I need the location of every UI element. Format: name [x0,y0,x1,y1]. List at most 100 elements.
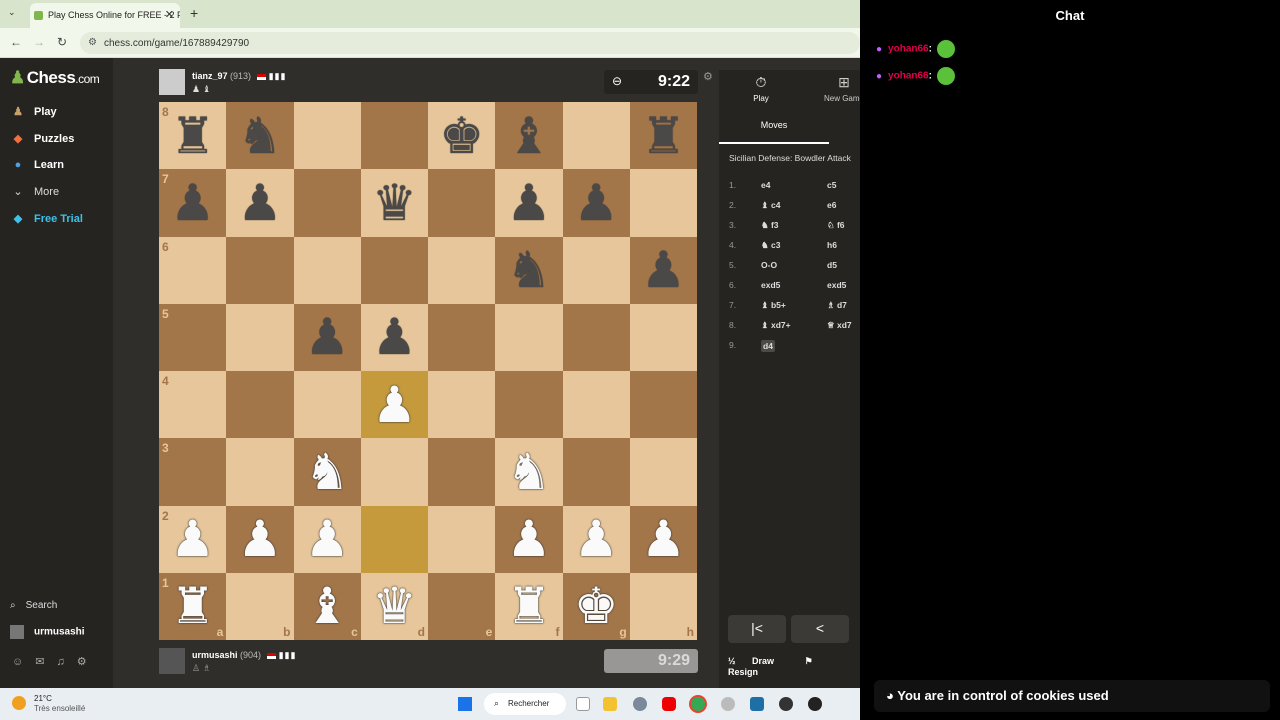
square-b7[interactable]: ♟ [226,169,294,237]
forward-icon[interactable]: → [33,35,45,49]
black-pawn-icon[interactable]: ♟ [170,178,215,228]
white-pawn-icon[interactable]: ♟ [305,514,350,564]
square-g8[interactable] [562,102,630,170]
black-rook-icon[interactable]: ♜ [170,111,215,161]
square-c6[interactable] [293,236,361,304]
black-bishop-icon[interactable]: ♝ [506,111,551,161]
square-a8[interactable]: 8 ♜ [159,102,227,170]
weather-widget[interactable]: 21°C Très ensoleillé [12,694,85,714]
player-name[interactable]: urmusashi [192,650,238,660]
black-pawn-icon[interactable]: ♟ [372,312,417,362]
square-e4[interactable] [428,371,496,439]
square-f3[interactable]: ♞ [495,438,563,506]
square-b4[interactable] [226,371,294,439]
square-f1[interactable]: f ♜ [495,572,563,640]
square-f6[interactable]: ♞ [495,236,563,304]
square-h1[interactable]: h [629,572,697,640]
black-move[interactable]: ♘ f6 [827,220,845,231]
square-a2[interactable]: 2 ♟ [159,505,227,573]
white-king-icon[interactable]: ♚ [574,581,619,631]
black-move[interactable]: c5 [827,180,836,190]
square-h7[interactable] [629,169,697,237]
site-info-icon[interactable]: ⚙ [88,37,97,48]
square-b8[interactable]: ♞ [226,102,294,170]
draw-button[interactable]: ½ Draw [728,656,788,666]
square-b6[interactable] [226,236,294,304]
black-move[interactable]: d5 [827,260,837,270]
square-b2[interactable]: ♟ [226,505,294,573]
board-settings-icon[interactable]: ⚙ [703,70,713,83]
square-f4[interactable] [495,371,563,439]
previous-move-button[interactable]: < [791,615,849,643]
square-h5[interactable] [629,303,697,371]
media-app-icon[interactable] [779,697,793,711]
square-h8[interactable]: ♜ [629,102,697,170]
white-rook-icon[interactable]: ♜ [506,581,551,631]
sidebar-item-play[interactable]: ♟ Play [10,105,57,118]
square-d6[interactable] [360,236,428,304]
black-move[interactable]: exd5 [827,280,846,290]
white-move[interactable]: ♞ f3 [761,220,779,231]
square-c1[interactable]: c ♝ [293,572,361,640]
chrome-icon[interactable] [691,697,705,711]
square-a4[interactable]: 4 [159,371,227,439]
tab-play[interactable]: ⏱ Play [741,74,781,103]
white-move[interactable]: e4 [761,180,770,190]
chess-logo[interactable]: ♟ Chess.com [10,68,100,88]
white-move[interactable]: ♝ c4 [761,200,780,211]
black-move[interactable]: h6 [827,240,837,250]
black-pawn-icon[interactable]: ♟ [305,312,350,362]
square-e5[interactable] [428,303,496,371]
square-g1[interactable]: g ♚ [562,572,630,640]
sidebar-item-free-trial[interactable]: ◆ Free Trial [10,212,83,225]
square-f8[interactable]: ♝ [495,102,563,170]
browser-tab[interactable]: Play Chess Online for FREE - 2 P ✕ [30,3,180,28]
square-c4[interactable] [293,371,361,439]
sidebar-item-learn[interactable]: ● Learn [10,159,64,171]
white-move[interactable]: ♝ b5+ [761,300,786,311]
file-icon[interactable] [576,697,590,711]
square-d4[interactable]: ♟ [360,371,428,439]
square-d7[interactable]: ♛ [360,169,428,237]
back-icon[interactable]: ← [10,35,22,49]
square-g7[interactable]: ♟ [562,169,630,237]
square-f7[interactable]: ♟ [495,169,563,237]
sidebar-item-more[interactable]: ⌄ More [10,185,59,198]
square-f5[interactable] [495,303,563,371]
square-b1[interactable]: b [226,572,294,640]
white-move[interactable]: ♝ xd7+ [761,320,791,331]
square-d2[interactable] [360,505,428,573]
taskbar-search[interactable]: ⌕ Rechercher [484,693,566,715]
white-move[interactable]: exd5 [761,280,780,290]
black-knight-icon[interactable]: ♞ [237,111,282,161]
square-c8[interactable] [293,102,361,170]
player-avatar[interactable] [159,648,185,674]
black-pawn-icon[interactable]: ♟ [641,245,686,295]
black-move[interactable]: ♗ d7 [827,300,847,311]
white-pawn-icon[interactable]: ♟ [506,514,551,564]
app-window-icon[interactable] [750,697,764,711]
chevron-down-icon[interactable]: ⌄ [8,7,16,18]
square-h4[interactable] [629,371,697,439]
square-a6[interactable]: 6 [159,236,227,304]
opponent-avatar[interactable] [159,69,185,95]
cookie-banner[interactable]: ◕ You are in control of cookies used [874,680,1270,712]
black-move[interactable]: ♕ xd7 [827,320,852,331]
square-a1[interactable]: 1 a ♜ [159,572,227,640]
square-e7[interactable] [428,169,496,237]
square-a3[interactable]: 3 [159,438,227,506]
square-g2[interactable]: ♟ [562,505,630,573]
close-tab-icon[interactable]: ✕ [165,8,174,21]
square-d5[interactable]: ♟ [360,303,428,371]
white-pawn-icon[interactable]: ♟ [237,514,282,564]
square-e2[interactable] [428,505,496,573]
black-pawn-icon[interactable]: ♟ [574,178,619,228]
url-input[interactable]: ⚙ chess.com/game/167889429790 [80,32,860,54]
white-pawn-icon[interactable]: ♟ [641,514,686,564]
folder-icon[interactable] [603,697,617,711]
square-g3[interactable] [562,438,630,506]
black-pawn-icon[interactable]: ♟ [506,178,551,228]
sidebar-search[interactable]: ⌕ Search [10,600,57,611]
square-e1[interactable]: e [428,572,496,640]
square-h2[interactable]: ♟ [629,505,697,573]
